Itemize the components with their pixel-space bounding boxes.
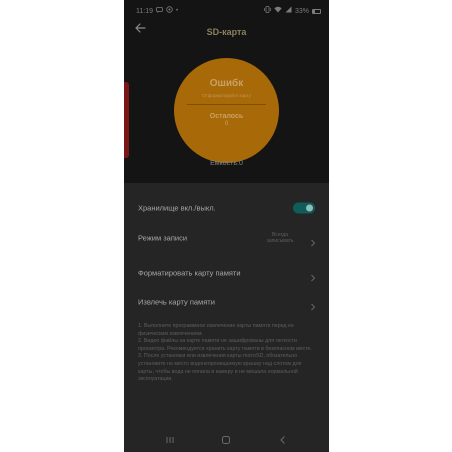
battery-level-fill: [313, 9, 316, 13]
home-icon[interactable]: [220, 433, 232, 445]
record-mode-row[interactable]: Режим записи Всегда записывать: [124, 227, 329, 249]
header: SD-карта: [124, 20, 329, 40]
status-bar: 11:19 • 33%: [124, 0, 329, 20]
circle-divider: [187, 104, 266, 105]
eject-card-label: Извлечь карту памяти: [138, 297, 215, 307]
record-mode-value: Всегда записывать: [266, 232, 294, 244]
storage-toggle-row[interactable]: Хранилище вкл./выкл.: [124, 197, 329, 219]
status-bar-left: 11:19 •: [136, 6, 178, 16]
settings-panel: Хранилище вкл./выкл. Режим записи Всегда…: [124, 183, 329, 452]
recent-apps-icon[interactable]: [164, 433, 176, 445]
dot-icon: •: [176, 7, 179, 14]
page-title: SD-карта: [206, 27, 247, 37]
message-icon: [156, 6, 163, 16]
chevron-right-icon: [310, 269, 316, 282]
notes-block: 1. Выполните программное извлечение карт…: [138, 323, 318, 384]
toggle-knob: [306, 204, 313, 212]
battery-icon: [312, 8, 321, 14]
wifi-icon: [274, 6, 282, 16]
notification-icon: [166, 6, 173, 16]
capacity-text: Емкость:0: [210, 160, 243, 167]
status-bar-right: 33%: [264, 6, 321, 16]
nav-back-icon[interactable]: [277, 433, 289, 445]
system-nav-bar: [124, 430, 329, 448]
storage-status-text: Ошибк: [209, 78, 244, 89]
signal-icon: [285, 6, 292, 16]
storage-hint: Отформатируйте карту: [202, 93, 251, 98]
status-time: 11:19: [136, 7, 153, 15]
record-mode-label: Режим записи: [138, 233, 188, 243]
chevron-right-icon: [310, 234, 316, 247]
edge-panel-handle[interactable]: [124, 82, 129, 158]
note-2: 2. Видео файлы на карте памяти не зашифр…: [138, 338, 312, 352]
battery-percent: 33%: [294, 7, 309, 15]
storage-toggle-label: Хранилище вкл./выкл.: [138, 203, 216, 213]
note-1: 1. Выполните программное извлечение карт…: [138, 323, 294, 337]
storage-toggle-switch[interactable]: [293, 202, 315, 214]
storage-status-circle: Ошибк Отформатируйте карту Осталось 0: [174, 58, 279, 163]
phone-screen: 11:19 • 33% SD-карта Ошибк Отформатируйт…: [124, 0, 329, 452]
chevron-right-icon: [310, 298, 316, 311]
remaining-value: 0: [224, 121, 229, 127]
note-3: 3. После установки или извлечения карты …: [138, 353, 302, 383]
eject-card-row[interactable]: Извлечь карту памяти: [124, 291, 329, 313]
remaining-label: Осталось: [209, 113, 244, 120]
vibrate-icon: [264, 6, 271, 16]
format-card-row[interactable]: Форматировать карту памяти: [124, 262, 329, 284]
format-card-label: Форматировать карту памяти: [138, 268, 241, 278]
